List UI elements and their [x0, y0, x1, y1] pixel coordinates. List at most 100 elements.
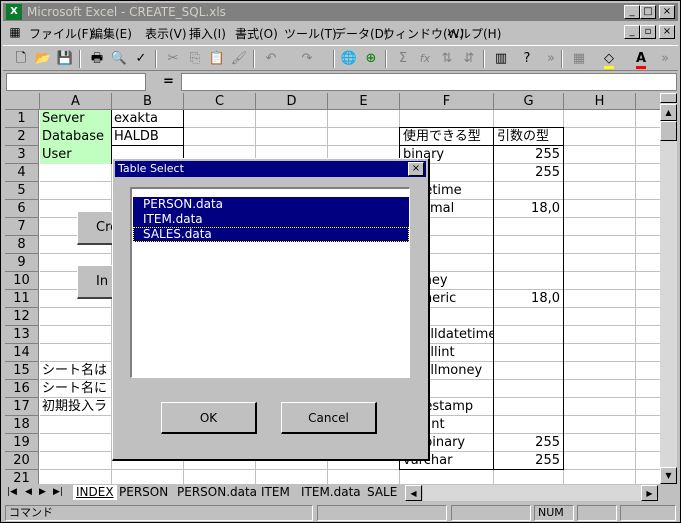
cancel-button[interactable]: Cancel: [281, 402, 377, 434]
menu-view[interactable]: 表示(V): [145, 25, 187, 42]
scroll-thumb[interactable]: [660, 121, 677, 141]
open-icon[interactable]: 📂: [33, 49, 53, 69]
row-header[interactable]: 20: [5, 452, 39, 470]
list-item[interactable]: PERSON.data: [133, 197, 409, 212]
formula-input[interactable]: [181, 73, 677, 91]
row-header[interactable]: 1: [5, 110, 39, 128]
cell-a17[interactable]: 初期投入ラ: [40, 398, 115, 416]
font-color-icon[interactable]: A: [631, 49, 651, 69]
cell-f2[interactable]: 使用できる型: [401, 128, 493, 146]
row-header[interactable]: 10: [5, 272, 39, 290]
row-header[interactable]: 18: [5, 416, 39, 434]
split-box[interactable]: [660, 93, 677, 103]
cell-a2[interactable]: Database: [40, 128, 111, 146]
autosum-icon[interactable]: Σ: [393, 49, 413, 69]
new-icon[interactable]: 🗋: [11, 49, 31, 69]
row-header[interactable]: 6: [5, 200, 39, 218]
menu-format[interactable]: 書式(O): [235, 25, 278, 42]
tab-item[interactable]: ITEM: [261, 485, 290, 500]
undo-icon[interactable]: ↶: [261, 49, 281, 69]
row-header[interactable]: 3: [5, 146, 39, 164]
cell-b2[interactable]: HALDB: [112, 128, 183, 146]
tab-person-data[interactable]: PERSON.data: [177, 485, 257, 500]
tab-person[interactable]: PERSON: [119, 485, 168, 500]
menu-help[interactable]: ヘルプ(H): [447, 25, 501, 42]
cell-g11[interactable]: 18,0: [495, 290, 563, 308]
paste-icon[interactable]: 📋: [207, 49, 227, 69]
cell-a3[interactable]: User: [40, 146, 111, 164]
tab-item-data[interactable]: ITEM.data: [301, 485, 361, 500]
vertical-scrollbar[interactable]: ▲ ▼: [660, 93, 677, 484]
column-header-a[interactable]: A: [40, 93, 112, 110]
more-buttons-icon[interactable]: »: [655, 49, 675, 69]
print-preview-icon[interactable]: 🔍: [109, 49, 129, 69]
cell-b1[interactable]: exakta: [112, 110, 183, 128]
sort-asc-icon[interactable]: ⇅: [437, 49, 457, 69]
fill-color-icon[interactable]: ◇: [599, 49, 619, 69]
tab-sale[interactable]: SALE: [367, 485, 397, 500]
doc-minimize-button[interactable]: _: [624, 25, 640, 39]
tab-split-icon[interactable]: ◀: [405, 485, 422, 501]
menu-insert[interactable]: 挿入(I): [189, 25, 226, 42]
row-header[interactable]: 15: [5, 362, 39, 380]
hyperlink-icon[interactable]: 🌐: [339, 49, 359, 69]
tab-next-icon[interactable]: ▶: [39, 485, 46, 500]
tab-last-icon[interactable]: ▶|: [53, 485, 63, 500]
doc-icon[interactable]: ▦: [5, 22, 25, 42]
column-header-f[interactable]: F: [400, 93, 494, 110]
edit-formula-icon[interactable]: =: [163, 74, 174, 89]
tab-first-icon[interactable]: |◀: [7, 485, 17, 500]
menu-data[interactable]: データ(D): [334, 25, 389, 42]
menu-tools[interactable]: ツール(T): [284, 25, 337, 42]
web-icon[interactable]: ⊕: [361, 49, 381, 69]
cell-g19[interactable]: 255: [495, 434, 563, 452]
row-header[interactable]: 2: [5, 128, 39, 146]
more-buttons-icon[interactable]: »: [541, 49, 561, 69]
row-header[interactable]: 7: [5, 218, 39, 236]
print-icon[interactable]: 🖶: [87, 49, 107, 69]
spellcheck-icon[interactable]: ✓: [131, 49, 151, 69]
dialog-close-icon[interactable]: ×: [408, 162, 424, 176]
cell-a16[interactable]: シート名に: [40, 380, 115, 398]
row-header[interactable]: 5: [5, 182, 39, 200]
list-item[interactable]: ITEM.data: [133, 212, 409, 227]
column-header-h[interactable]: H: [564, 93, 636, 110]
scroll-up-icon[interactable]: ▲: [660, 104, 677, 121]
row-header[interactable]: 4: [5, 164, 39, 182]
borders-icon[interactable]: ▦: [569, 49, 589, 69]
cell-a15[interactable]: シート名は: [40, 362, 115, 380]
cell-g20[interactable]: 255: [495, 452, 563, 470]
doc-restore-button[interactable]: ▫: [640, 25, 656, 39]
column-header-e[interactable]: E: [328, 93, 400, 110]
save-icon[interactable]: 💾: [55, 49, 75, 69]
name-box[interactable]: [6, 73, 146, 91]
cell-g2[interactable]: 引数の型: [495, 128, 563, 146]
maximize-button[interactable]: □: [640, 5, 656, 19]
cell-g3[interactable]: 255: [495, 146, 563, 164]
chart-wizard-icon[interactable]: ▥: [491, 49, 511, 69]
row-header[interactable]: 21: [5, 470, 39, 484]
function-icon[interactable]: fx: [415, 49, 435, 69]
cut-icon[interactable]: ✂: [163, 49, 183, 69]
column-header-g[interactable]: G: [494, 93, 564, 110]
cell-g4[interactable]: 255: [495, 164, 563, 182]
column-header-b[interactable]: B: [112, 93, 184, 110]
excel-icon[interactable]: X: [6, 4, 22, 20]
row-header[interactable]: 8: [5, 236, 39, 254]
row-header[interactable]: 11: [5, 290, 39, 308]
tab-index[interactable]: INDEX: [73, 485, 117, 500]
redo-icon[interactable]: ↷: [297, 49, 317, 69]
horizontal-scroll-track[interactable]: [423, 485, 641, 501]
sort-desc-icon[interactable]: ⇵: [459, 49, 479, 69]
cell-a1[interactable]: Server: [40, 110, 111, 128]
doc-close-button[interactable]: ×: [659, 25, 675, 39]
row-header[interactable]: 12: [5, 308, 39, 326]
format-painter-icon[interactable]: 🖌: [229, 49, 249, 69]
column-header-d[interactable]: D: [256, 93, 328, 110]
row-header[interactable]: 14: [5, 344, 39, 362]
minimize-button[interactable]: _: [624, 5, 640, 19]
row-header[interactable]: 19: [5, 434, 39, 452]
row-header[interactable]: 13: [5, 326, 39, 344]
row-header[interactable]: 9: [5, 254, 39, 272]
column-header-c[interactable]: C: [184, 93, 256, 110]
